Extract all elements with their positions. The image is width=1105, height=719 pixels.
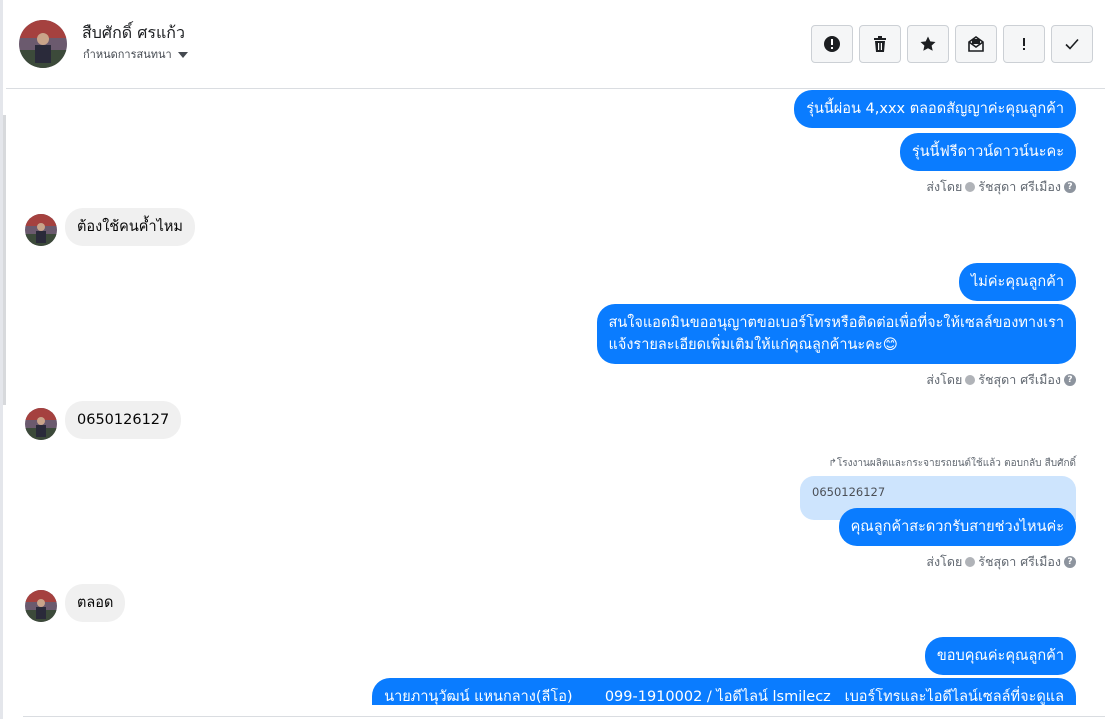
sent-by-line: ส่งโดย รัชสุดา ศรีเมือง ? [926,370,1076,390]
sent-by-label: ส่งโดย [926,179,963,194]
outgoing-message[interactable]: คุณลูกค้าสะดวกรับสายช่วงไหนค่ะ [838,508,1076,546]
checkmark-icon [1065,38,1079,50]
assign-conversation-dropdown[interactable]: กำหนดการสนทนา [83,45,188,63]
contact-avatar[interactable] [19,20,67,68]
mark-unread-icon [968,36,984,52]
flag-button[interactable] [1003,25,1045,63]
contact-name[interactable]: สืบศักดิ์ ศรแก้ว [82,21,185,46]
conversation-header: สืบศักดิ์ ศรแก้ว กำหนดการสนทนา [6,0,1105,89]
agent-name[interactable]: รัชสุดา ศรีเมือง [978,552,1061,572]
outgoing-message[interactable]: ขอบคุณค่ะคุณลูกค้า [924,637,1076,675]
contact-avatar-small[interactable] [25,214,57,246]
alert-circle-icon [824,36,840,52]
caret-down-icon [177,51,188,58]
verified-icon [965,375,976,385]
conversation-panel: สืบศักดิ์ ศรแก้ว กำหนดการสนทนา รุ่นนี้ผ่… [0,0,1105,719]
outgoing-message[interactable]: นายภานุวัฒน์ แหนกลาง(ลีโอ) 099-1910002 /… [372,678,1076,705]
message-line: สนใจแอดมินขออนุญาตขอเบอร์โทรหรือติดต่อเพ… [608,315,1065,331]
delete-button[interactable] [859,25,901,63]
contact-avatar-small[interactable] [25,408,57,440]
sent-by-line: ส่งโดย รัชสุดา ศรีเมือง ? [926,552,1076,572]
help-icon[interactable]: ? [1064,374,1076,386]
mark-spam-button[interactable] [811,25,853,63]
outgoing-message[interactable]: ไม่ค่ะคุณลูกค้า [959,263,1076,301]
outgoing-message[interactable]: สนใจแอดมินขออนุญาตขอเบอร์โทรหรือติดต่อเพ… [596,304,1076,364]
outgoing-message[interactable]: รุ่นนี้ผ่อน 4,xxx ตลอดสัญญาค่ะคุณลูกค้า [794,90,1076,128]
outgoing-message[interactable]: รุ่นนี้ฟรีดาวน์ดาวน์นะคะ [899,133,1076,171]
message-thread[interactable]: รุ่นนี้ผ่อน 4,xxx ตลอดสัญญาค่ะคุณลูกค้า … [6,90,1105,705]
agent-name[interactable]: รัชสุดา ศรีเมือง [978,177,1061,197]
star-button[interactable] [907,25,949,63]
assign-conversation-label: กำหนดการสนทนา [83,48,172,61]
incoming-message[interactable]: ต้องใช้คนค้ำไหม [65,208,195,246]
message-line: แจ้งรายละเอียดเพิ่มเติมให้แก่คุณลูกค้านะ… [608,337,898,353]
sent-by-line: ส่งโดย รัชสุดา ศรีเมือง ? [926,177,1076,197]
agent-name[interactable]: รัชสุดา ศรีเมือง [978,370,1061,390]
sent-by-label: ส่งโดย [926,372,963,387]
composer-divider [23,716,1105,717]
incoming-message[interactable]: 0650126127 [65,401,182,439]
verified-icon [965,557,976,567]
contact-avatar-small[interactable] [25,590,57,622]
reply-arrow-icon: ↱ [828,458,837,469]
help-icon[interactable]: ? [1064,556,1076,568]
exclamation-icon [1023,38,1025,50]
header-actions [811,25,1093,63]
mark-unread-button[interactable] [955,25,997,63]
sent-by-label: ส่งโดย [926,554,963,569]
help-icon[interactable]: ? [1064,181,1076,193]
trash-icon [874,36,886,52]
mark-done-button[interactable] [1051,25,1093,63]
incoming-message[interactable]: ตลอด [65,584,126,622]
star-icon [920,36,936,51]
reply-context-note: ↱โรงงานผลิตและกระจายรถยนต์ใช้แล้ว ตอบกลั… [828,458,1076,469]
verified-icon [965,182,976,192]
